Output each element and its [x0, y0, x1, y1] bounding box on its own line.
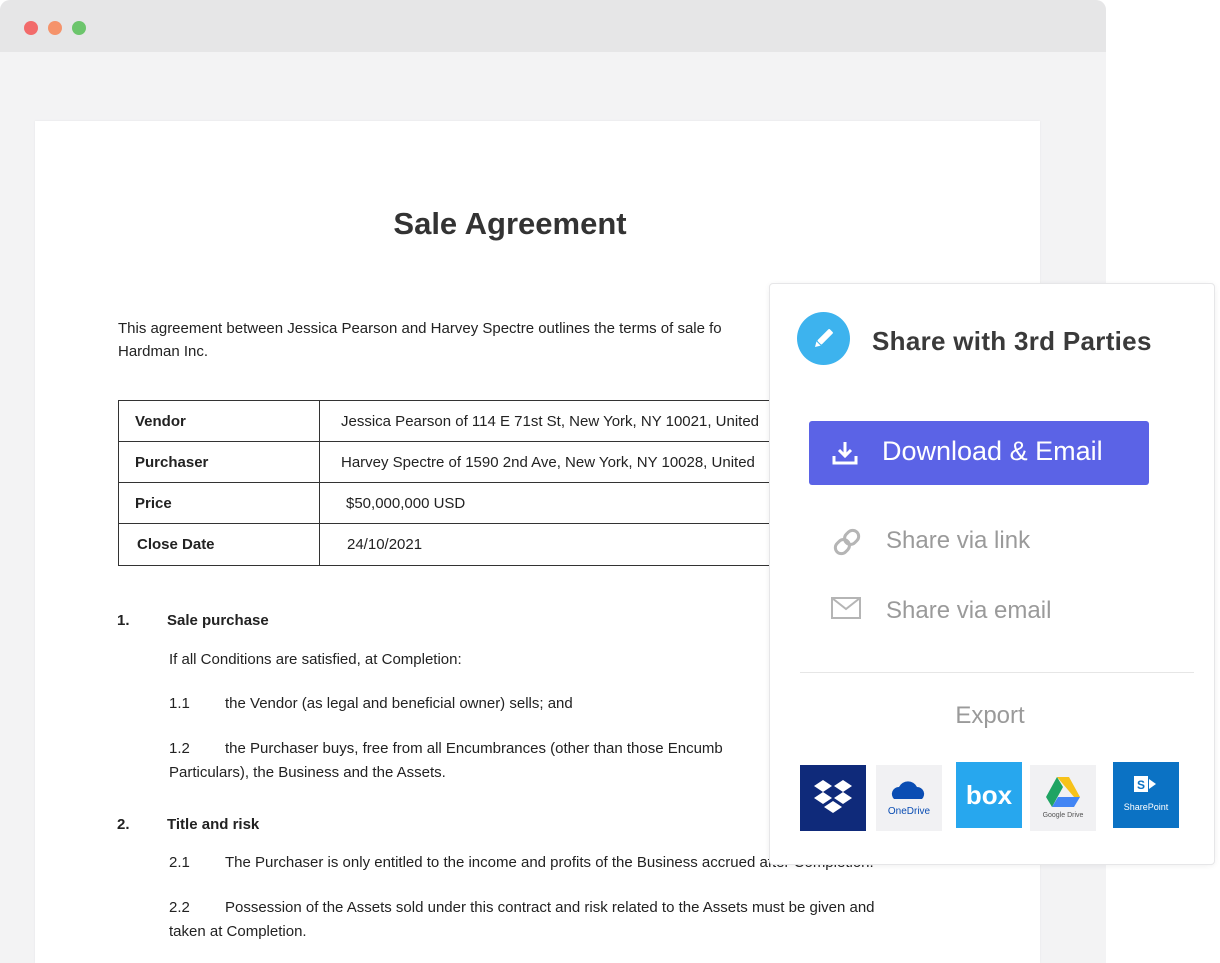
- download-email-button[interactable]: Download & Email: [809, 421, 1149, 485]
- intro-line-1: This agreement between Jessica Pearson a…: [118, 320, 722, 337]
- share-via-email-button[interactable]: Share via email: [830, 591, 1090, 631]
- minimize-window-button[interactable]: [48, 21, 62, 35]
- clause-number: 1.2: [169, 740, 190, 757]
- document-title: Sale Agreement: [393, 206, 627, 241]
- clause: 2.1 The Purchaser is only entitled to the…: [169, 851, 874, 875]
- section-number: 1.: [117, 612, 130, 629]
- section-lead: If all Conditions are satisfied, at Comp…: [169, 651, 462, 668]
- clause-number: 1.1: [169, 695, 190, 712]
- maximize-window-button[interactable]: [72, 21, 86, 35]
- share-via-email-label: Share via email: [886, 597, 1052, 624]
- export-dropbox-button[interactable]: [800, 765, 866, 831]
- export-label: Export: [955, 702, 1025, 729]
- onedrive-label: OneDrive: [888, 806, 931, 817]
- sharepoint-icon: S SharePoint: [1113, 762, 1179, 828]
- table-label: Purchaser: [118, 441, 320, 483]
- clause-text: the Vendor (as legal and beneficial owne…: [225, 695, 573, 712]
- clause-number: 2.2: [169, 899, 190, 916]
- section-heading: Sale purchase: [167, 612, 269, 629]
- sharepoint-label: SharePoint: [1124, 802, 1169, 812]
- section-number: 2.: [117, 816, 130, 833]
- clause-number: 2.1: [169, 854, 190, 871]
- share-via-link-button[interactable]: Share via link: [830, 521, 1090, 561]
- pencil-icon: [797, 312, 850, 365]
- box-label: box: [966, 780, 1013, 810]
- download-icon: [831, 440, 859, 471]
- window-titlebar: [0, 0, 1106, 52]
- link-icon: [830, 525, 864, 564]
- share-panel: Share with 3rd Parties Download & Email …: [769, 283, 1215, 865]
- clause-text: the Purchaser buys, free from all Encumb…: [225, 740, 723, 757]
- table-label: Close Date: [118, 523, 320, 566]
- download-email-label: Download & Email: [882, 436, 1103, 466]
- share-via-link-label: Share via link: [886, 527, 1031, 554]
- google-drive-label: Google Drive: [1043, 812, 1084, 819]
- clause-text-continued: Particulars), the Business and the Asset…: [169, 764, 446, 781]
- divider: [800, 672, 1194, 673]
- export-google-drive-button[interactable]: Google Drive: [1030, 765, 1096, 831]
- clause-text: Possession of the Assets sold under this…: [225, 899, 875, 916]
- box-icon: box: [956, 762, 1022, 828]
- onedrive-icon: OneDrive: [876, 765, 942, 831]
- export-sharepoint-button[interactable]: S SharePoint: [1113, 762, 1179, 828]
- export-onedrive-button[interactable]: OneDrive: [876, 765, 942, 831]
- table-label: Vendor: [118, 400, 320, 442]
- section-heading: Title and risk: [167, 816, 260, 833]
- clause: 1.2 the Purchaser buys, free from all Enc…: [169, 737, 723, 785]
- close-window-button[interactable]: [24, 21, 38, 35]
- share-panel-title: Share with 3rd Parties: [872, 326, 1152, 356]
- clause: 2.2 Possession of the Assets sold under t…: [169, 896, 875, 944]
- envelope-icon: [830, 595, 862, 626]
- svg-text:S: S: [1137, 778, 1145, 792]
- clause-text-continued: taken at Completion.: [169, 923, 307, 940]
- dropbox-icon: [800, 765, 866, 831]
- table-label: Price: [118, 482, 320, 524]
- google-drive-icon: Google Drive: [1030, 765, 1096, 831]
- clause: 1.1 the Vendor (as legal and beneficial o…: [169, 692, 573, 716]
- export-box-button[interactable]: box: [956, 762, 1022, 828]
